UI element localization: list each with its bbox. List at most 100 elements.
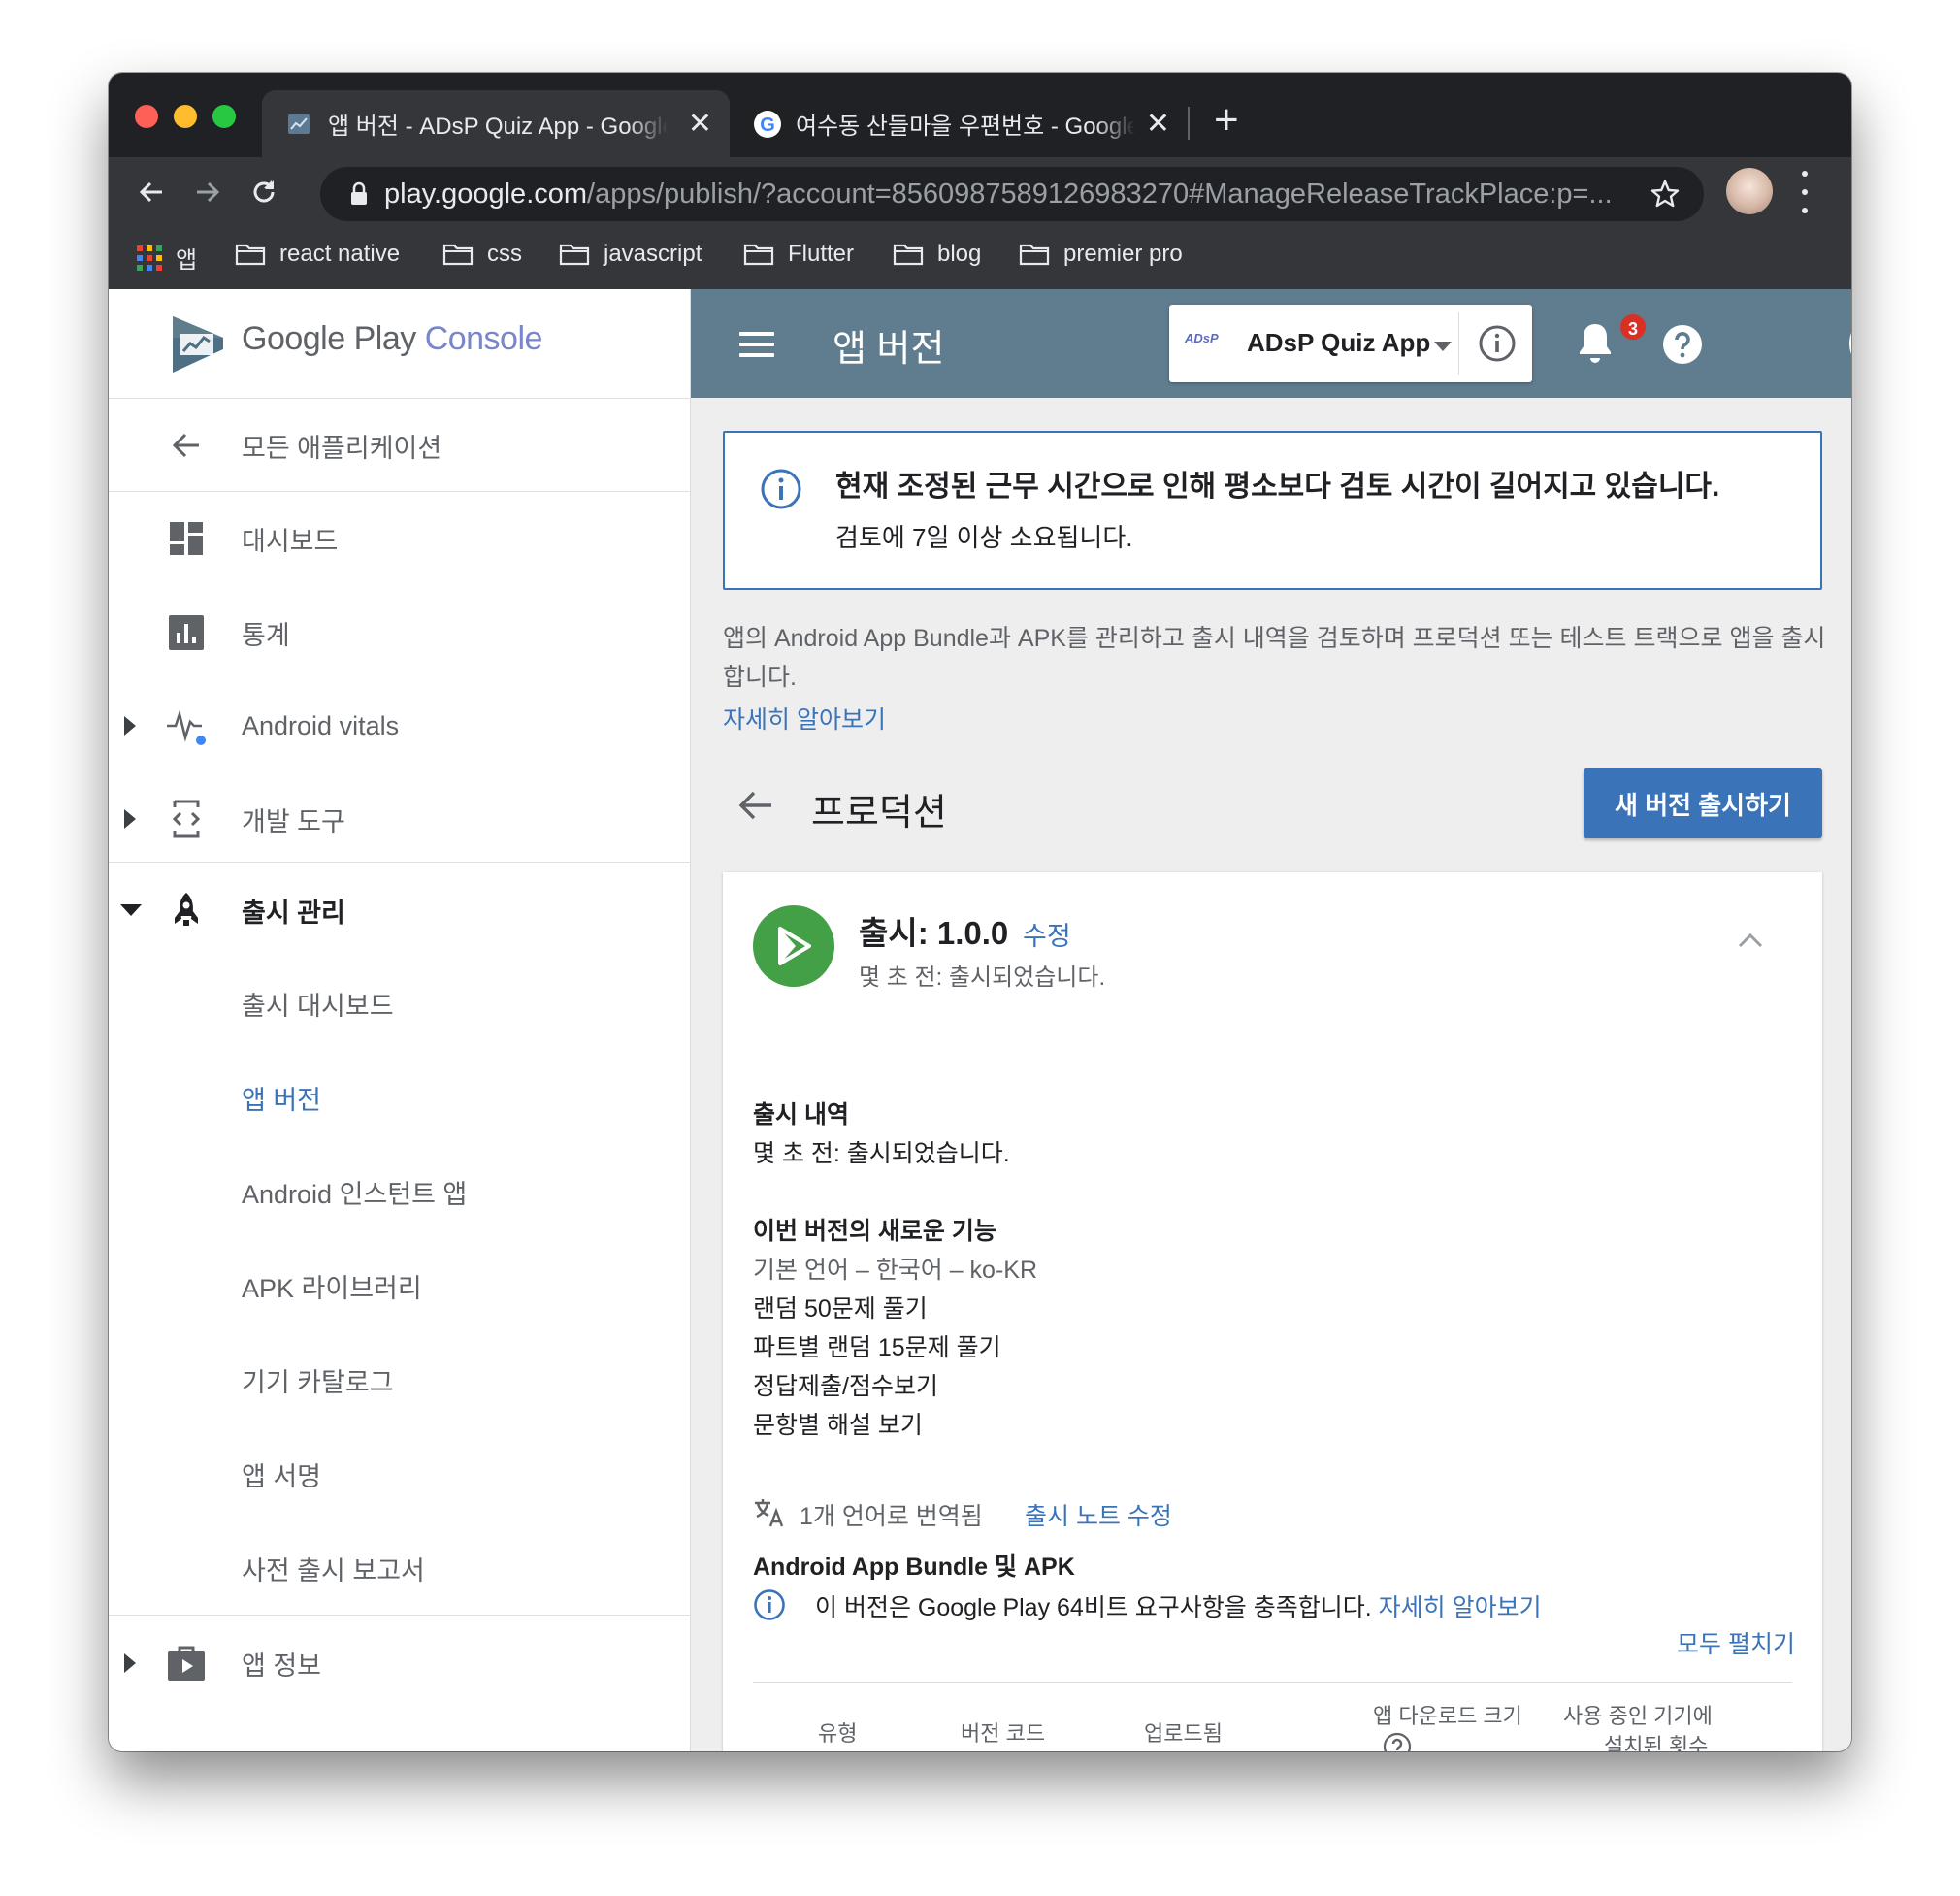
profile-avatar[interactable]: [1726, 168, 1773, 214]
default-language-line: 기본 언어 – 한국어 – ko-KR: [753, 1257, 1037, 1284]
bookmark-folder-flutter[interactable]: Flutter: [743, 241, 854, 268]
bookmark-label: javascript: [604, 241, 702, 267]
nav-app-info[interactable]: 앱 정보: [109, 1617, 690, 1710]
play-console-favicon-icon: [287, 114, 310, 135]
app-selector[interactable]: ADsP ADsP Quiz App: [1169, 305, 1532, 382]
tab-title: 앱 버전 - ADsP Quiz App - Google Play Conso…: [328, 114, 668, 140]
column-header-installs-line2: 설치된 횟수: [1604, 1734, 1709, 1751]
back-arrow-icon[interactable]: [124, 165, 179, 219]
bookmark-folder-css[interactable]: css: [442, 241, 522, 268]
bookmark-folder-blog[interactable]: blog: [893, 241, 981, 268]
bookmark-star-icon[interactable]: [1650, 179, 1681, 214]
reload-icon[interactable]: [237, 165, 291, 219]
nav-app-releases[interactable]: 앱 버전: [109, 1051, 690, 1144]
notifications-bell-icon[interactable]: [1576, 320, 1615, 370]
dashboard-icon: [165, 517, 208, 560]
edit-release-link[interactable]: 수정: [1023, 915, 1071, 953]
bookmark-label: Flutter: [788, 241, 855, 267]
column-header-type: 유형: [818, 1721, 858, 1746]
nav-all-applications[interactable]: 모든 애플리케이션: [109, 399, 690, 492]
dropdown-arrow-icon: [1434, 342, 1452, 351]
expand-caret-icon[interactable]: [124, 716, 136, 736]
menu-icon[interactable]: [739, 332, 774, 357]
tab-close-icon[interactable]: ✕: [1146, 107, 1170, 141]
bookmark-label: premier pro: [1063, 241, 1183, 267]
nav-label: Android 인스턴트 앱: [242, 1179, 468, 1209]
nav-pre-launch-report[interactable]: 사전 출시 보고서: [109, 1521, 690, 1615]
bookmark-apps[interactable]: 앱: [137, 241, 197, 275]
collapse-caret-icon[interactable]: [120, 904, 142, 916]
app-mini-logo: ADsP: [1185, 331, 1219, 345]
app-info-icon[interactable]: [1478, 324, 1517, 368]
release-title: 출시: 1.0.0: [859, 915, 1009, 951]
forward-arrow-icon[interactable]: [180, 165, 235, 219]
expand-all-link[interactable]: 모두 펼치기: [1677, 1625, 1795, 1660]
release-history-text: 몇 초 전: 출시되었습니다.: [753, 1140, 1010, 1167]
close-window-button[interactable]: [135, 105, 158, 128]
release-status: 몇 초 전: 출시되었습니다.: [859, 964, 1106, 991]
back-arrow-icon[interactable]: [736, 788, 775, 828]
bookmark-folder-premier-pro[interactable]: premier pro: [1019, 241, 1183, 268]
bookmark-folder-javascript[interactable]: javascript: [559, 241, 702, 268]
nav-instant-apps[interactable]: Android 인스턴트 앱: [109, 1145, 690, 1238]
column-header-version-code: 버전 코드: [961, 1721, 1046, 1746]
maximize-window-button[interactable]: [212, 105, 236, 128]
column-header-uploaded: 업로드됨: [1144, 1721, 1223, 1746]
alert-body: 검토에 7일 이상 소요됩니다.: [835, 523, 1133, 552]
play-console-logo[interactable]: Google Play Console: [109, 289, 690, 399]
bookmark-folder-react-native[interactable]: react native: [235, 241, 400, 268]
nav-label: 사전 출시 보고서: [242, 1555, 425, 1585]
apps-grid-icon: [137, 245, 162, 271]
nav-statistics[interactable]: 통계: [109, 586, 690, 679]
page-title: 앱 버전: [833, 329, 945, 370]
nav-release-dashboard[interactable]: 출시 대시보드: [109, 957, 690, 1050]
expand-caret-icon[interactable]: [124, 1653, 136, 1673]
help-icon[interactable]: [1662, 324, 1703, 370]
sidebar: Google Play Console 모든 애플리케이션 대시보드 통계 An…: [109, 289, 691, 1751]
nav-apk-library[interactable]: APK 라이브러리: [109, 1239, 690, 1332]
new-release-button[interactable]: 새 버전 출시하기: [1584, 768, 1822, 838]
app-header: 앱 버전 ADsP ADsP Quiz App 3: [691, 289, 1851, 398]
nav-release-management[interactable]: 출시 관리: [109, 864, 690, 957]
account-avatar[interactable]: [1849, 312, 1851, 375]
translated-languages: 1개 언어로 번역됨: [800, 1503, 983, 1530]
expand-caret-icon[interactable]: [124, 809, 136, 829]
new-tab-button[interactable]: +: [1214, 96, 1239, 145]
rocket-icon: [165, 889, 208, 932]
nav-label: APK 라이브러리: [242, 1273, 422, 1303]
browser-menu-icon[interactable]: [1802, 171, 1810, 213]
nav-dashboard[interactable]: 대시보드: [109, 492, 690, 585]
bookmark-label: css: [487, 241, 522, 267]
learn-more-link[interactable]: 자세히 알아보기: [723, 701, 886, 736]
folder-icon: [893, 244, 924, 266]
store-bag-icon: [165, 1642, 208, 1684]
browser-toolbar: play.google.com/apps/publish/?account=85…: [109, 157, 1851, 227]
svg-text:G: G: [760, 114, 775, 136]
back-arrow-icon: [165, 424, 208, 467]
bookmarks-bar: 앱 react native css javascript Flutter bl…: [109, 227, 1851, 289]
tab-google-search[interactable]: G 여수동 산들마을 우편번호 - Google 검색 ✕: [730, 90, 1188, 157]
nav-dev-tools[interactable]: 개발 도구: [109, 772, 690, 866]
chevron-up-icon[interactable]: [1736, 931, 1765, 955]
release-note: 랜덤 50문제 풀기: [753, 1295, 928, 1323]
nav-device-catalog[interactable]: 기기 카탈로그: [109, 1333, 690, 1426]
section-title: 프로덕션: [811, 793, 947, 834]
release-history-heading: 출시 내역: [753, 1101, 849, 1128]
bundle-learn-more-link[interactable]: 자세히 알아보기: [1379, 1594, 1542, 1621]
nav-label: 앱 버전: [242, 1085, 322, 1115]
nav-app-signing[interactable]: 앱 서명: [109, 1427, 690, 1520]
address-bar[interactable]: play.google.com/apps/publish/?account=85…: [320, 167, 1704, 221]
logo-text: Google Play Console: [242, 320, 542, 357]
nav-android-vitals[interactable]: Android vitals: [109, 679, 690, 772]
tab-strip: 앱 버전 - ADsP Quiz App - Google Play Conso…: [109, 73, 1851, 157]
lock-icon: [349, 181, 369, 212]
help-circle-icon[interactable]: [1383, 1732, 1412, 1751]
tab-close-icon[interactable]: ✕: [688, 107, 712, 141]
url-path: /apps/publish/?account=85609875891269832…: [587, 178, 1613, 210]
divider: [1458, 312, 1459, 375]
url-text[interactable]: play.google.com/apps/publish/?account=85…: [384, 179, 1613, 211]
tab-play-console[interactable]: 앱 버전 - ADsP Quiz App - Google Play Conso…: [262, 90, 730, 157]
minimize-window-button[interactable]: [174, 105, 197, 128]
edit-release-notes-link[interactable]: 출시 노트 수정: [1025, 1497, 1172, 1532]
info-icon: [753, 1588, 786, 1626]
